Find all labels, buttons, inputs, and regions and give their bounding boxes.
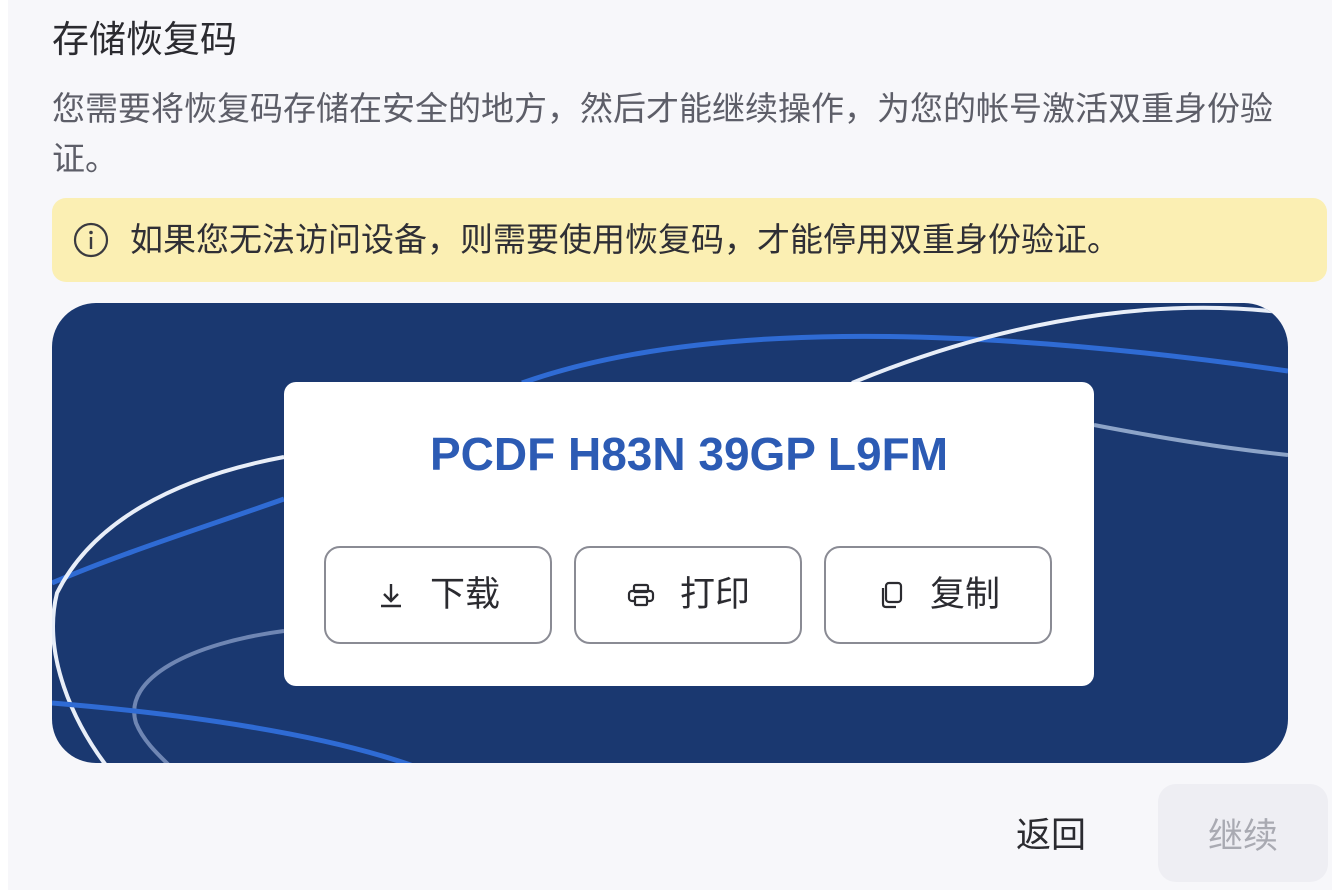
printer-icon	[627, 583, 655, 607]
download-icon	[380, 584, 401, 608]
recovery-code-panel: PCDF H83N 39GP L9FM 下载 打印 复制	[52, 303, 1288, 763]
recovery-code-dialog: 存储恢复码 您需要将恢复码存储在安全的地方，然后才能继续操作，为您的帐号激活双重…	[8, 0, 1332, 890]
recovery-code-text: PCDF H83N 39GP L9FM	[429, 428, 949, 480]
info-banner-text: 如果您无法访问设备，则需要使用恢复码，才能停用双重身份验证。	[130, 220, 1120, 259]
continue-button[interactable]: 继续	[1158, 784, 1328, 882]
download-button[interactable]: 下载	[324, 546, 552, 644]
copy-icon	[881, 581, 903, 609]
recovery-code-card: PCDF H83N 39GP L9FM 下载 打印 复制	[284, 382, 1094, 686]
info-icon	[73, 222, 109, 258]
download-button-label: 下载	[429, 575, 500, 615]
print-button[interactable]: 打印	[574, 546, 802, 644]
description-text: 您需要将恢复码存储在安全的地方，然后才能继续操作，为您的帐号激活双重身份验证。	[52, 89, 1273, 178]
page-title: 存储恢复码	[52, 18, 237, 61]
copy-button-label: 复制	[929, 575, 1000, 615]
print-button-label: 打印	[679, 575, 750, 615]
copy-button[interactable]: 复制	[824, 546, 1052, 644]
back-button[interactable]: 返回	[1003, 790, 1099, 874]
info-banner: 如果您无法访问设备，则需要使用恢复码，才能停用双重身份验证。	[52, 198, 1327, 282]
